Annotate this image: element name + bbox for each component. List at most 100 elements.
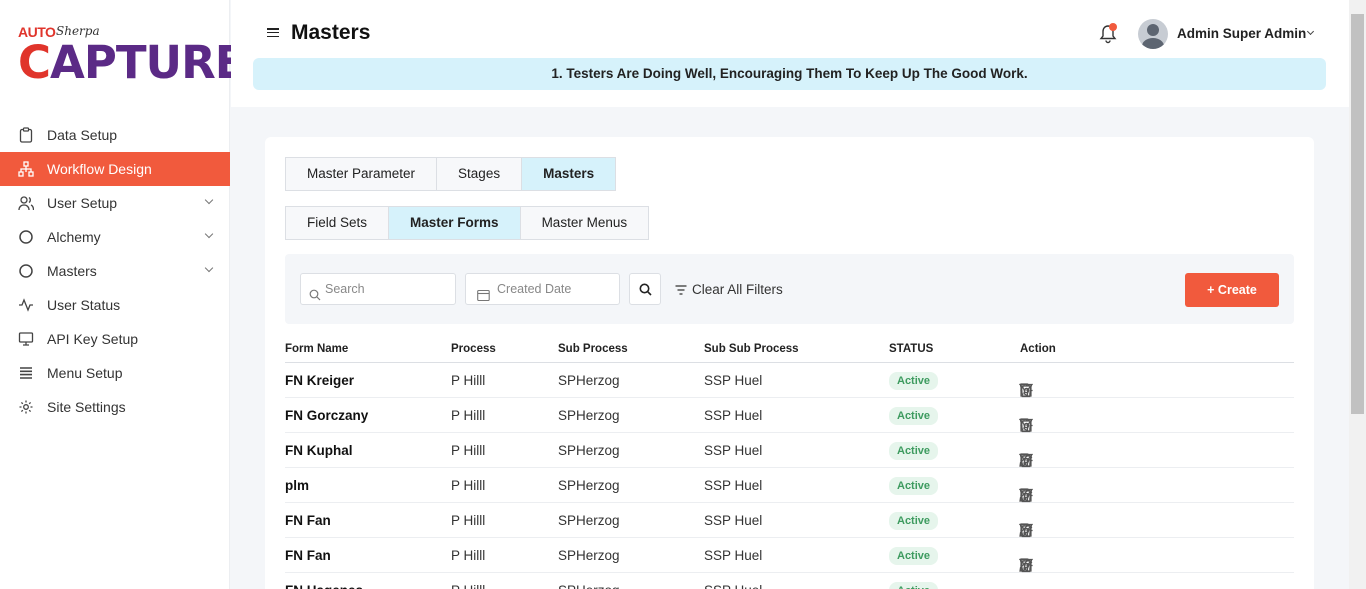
status-badge: Active — [889, 512, 939, 530]
status-badge: Active — [889, 477, 939, 495]
tab-masters[interactable]: Masters — [522, 158, 616, 190]
sidebar-item-site-settings[interactable]: Site Settings — [0, 390, 230, 424]
search-icon — [309, 282, 321, 312]
users-icon — [18, 195, 34, 211]
form-name: FN Kuphal — [285, 443, 353, 458]
table-row[interactable]: FN Hagenes P Hilll SPHerzog SSP Huel Active — [285, 573, 1294, 589]
create-button[interactable]: + Create — [1185, 273, 1279, 307]
sub-process: SPHerzog — [558, 548, 620, 563]
sidebar-item-masters[interactable]: Masters — [0, 254, 230, 288]
status-badge: Active — [889, 442, 939, 460]
table-row[interactable]: FN Kreiger P Hilll SPHerzog SSP Huel Active — [285, 363, 1294, 398]
sidebar-item-menu-setup[interactable]: Menu Setup — [0, 356, 230, 390]
circle-icon — [18, 263, 34, 279]
tab-master-parameter[interactable]: Master Parameter — [286, 158, 438, 190]
column-header[interactable]: Process — [451, 343, 496, 355]
sub-sub-process: SSP Huel — [704, 513, 763, 528]
sub-sub-process: SSP Huel — [704, 583, 762, 589]
status-badge: Active — [889, 547, 939, 565]
created-date-input[interactable]: Created Date — [465, 273, 620, 305]
column-header[interactable]: Sub Process — [558, 343, 628, 355]
sub-sub-process: SSP Huel — [704, 443, 763, 458]
column-header[interactable]: Form Name — [285, 343, 348, 355]
search-placeholder: Search — [325, 282, 365, 296]
gear-icon[interactable] — [1018, 382, 1034, 398]
table-header: Form Name Process Sub Process Sub Sub Pr… — [285, 333, 1294, 363]
sub-process: SPHerzog — [558, 478, 620, 493]
form-name: FN Kreiger — [285, 373, 355, 388]
chevron-down-icon[interactable] — [204, 195, 214, 205]
sub-process: SPHerzog — [558, 373, 620, 388]
column-header: Action — [1020, 343, 1056, 355]
tab-field-sets[interactable]: Field Sets — [286, 207, 390, 239]
sidebar-nav: Data Setup Workflow Design User Setup Al… — [0, 118, 230, 424]
search-input[interactable]: Search — [300, 273, 456, 305]
process: P Hilll — [451, 408, 486, 423]
table-body: FN Kreiger P Hilll SPHerzog SSP Huel Active F… — [285, 363, 1294, 589]
sub-sub-process: SSP Huel — [704, 408, 763, 423]
gear-icon[interactable] — [1018, 417, 1034, 433]
table-row[interactable]: FN Fan P Hilll SPHerzog SSP Huel Active — [285, 538, 1294, 573]
sidebar-item-label: User Setup — [47, 195, 118, 211]
gear-icon — [18, 399, 34, 415]
gear-icon[interactable] — [1018, 557, 1034, 573]
circle-icon — [18, 229, 34, 245]
form-name: FN Gorczany — [285, 408, 369, 423]
sidebar-item-label: Data Setup — [47, 127, 118, 143]
filter-bar: Search Created Date Clear All Filters + … — [285, 254, 1294, 324]
scrollbar-thumb[interactable] — [1351, 14, 1364, 414]
process: P Hilll — [451, 478, 486, 493]
gear-icon[interactable] — [1018, 522, 1034, 538]
table-row[interactable]: plm P Hilll SPHerzog SSP Huel Active — [285, 468, 1294, 503]
chevron-down-icon[interactable] — [1306, 27, 1315, 36]
user-name[interactable]: Admin Super Admin — [1177, 26, 1306, 41]
form-name: plm — [285, 478, 310, 493]
process: P Hilll — [451, 373, 486, 388]
sidebar-item-alchemy[interactable]: Alchemy — [0, 220, 230, 254]
gear-icon[interactable] — [1018, 452, 1034, 468]
table-row[interactable]: FN Fan P Hilll SPHerzog SSP Huel Active — [285, 503, 1294, 538]
gear-icon[interactable] — [1018, 487, 1034, 503]
sidebar-item-data-setup[interactable]: Data Setup — [0, 118, 230, 152]
hamburger-menu-icon[interactable] — [267, 28, 279, 40]
search-button[interactable] — [629, 273, 661, 305]
tab-master-forms[interactable]: Master Forms — [389, 207, 521, 239]
announcement-banner: 1. Testers Are Doing Well, Encouraging T… — [253, 58, 1326, 90]
search-icon — [639, 283, 652, 296]
sub-sub-process: SSP Huel — [704, 373, 763, 388]
sidebar-item-api-key-setup[interactable]: API Key Setup — [0, 322, 230, 356]
chevron-down-icon[interactable] — [204, 229, 214, 239]
sidebar-item-user-setup[interactable]: User Setup — [0, 186, 230, 220]
clear-filters-label: Clear All Filters — [692, 282, 783, 297]
primary-tabs: Master Parameter Stages Masters — [285, 157, 617, 191]
sidebar-item-user-status[interactable]: User Status — [0, 288, 230, 322]
sidebar-item-label: User Status — [47, 297, 121, 313]
form-name: FN Fan — [285, 548, 331, 563]
sub-process: SPHerzog — [558, 408, 620, 423]
tab-stages[interactable]: Stages — [437, 158, 523, 190]
tab-master-menus[interactable]: Master Menus — [520, 207, 649, 239]
sub-process: SPHerzog — [558, 443, 620, 458]
logo[interactable]: AUTO Sherpa CAPTURE — [18, 22, 245, 92]
sidebar: AUTO Sherpa CAPTURE Data Setup Workflow … — [0, 0, 245, 589]
process: P Hilll — [451, 548, 486, 563]
sub-sub-process: SSP Huel — [704, 478, 763, 493]
sidebar-item-workflow-design[interactable]: Workflow Design — [0, 152, 230, 186]
sidebar-item-label: Site Settings — [47, 399, 126, 415]
status-badge: Active — [889, 582, 939, 589]
clear-filters-button[interactable]: Clear All Filters — [675, 282, 783, 297]
form-name: FN Hagenes — [285, 583, 363, 589]
avatar[interactable] — [1138, 19, 1168, 49]
column-header[interactable]: STATUS — [889, 343, 933, 355]
process: P Hilll — [451, 513, 486, 528]
date-placeholder: Created Date — [497, 282, 572, 296]
activity-icon — [18, 297, 34, 313]
logo-capture-text: CAPTURE — [18, 36, 245, 89]
page-scrollbar[interactable] — [1349, 0, 1366, 589]
table-row[interactable]: FN Kuphal P Hilll SPHerzog SSP Huel Active — [285, 433, 1294, 468]
filter-lines-icon — [675, 284, 687, 295]
column-header[interactable]: Sub Sub Process — [704, 343, 799, 355]
header: Masters Admin Super Admin 1. Testers Are… — [231, 0, 1349, 107]
chevron-down-icon[interactable] — [204, 263, 214, 273]
table-row[interactable]: FN Gorczany P Hilll SPHerzog SSP Huel Active — [285, 398, 1294, 433]
